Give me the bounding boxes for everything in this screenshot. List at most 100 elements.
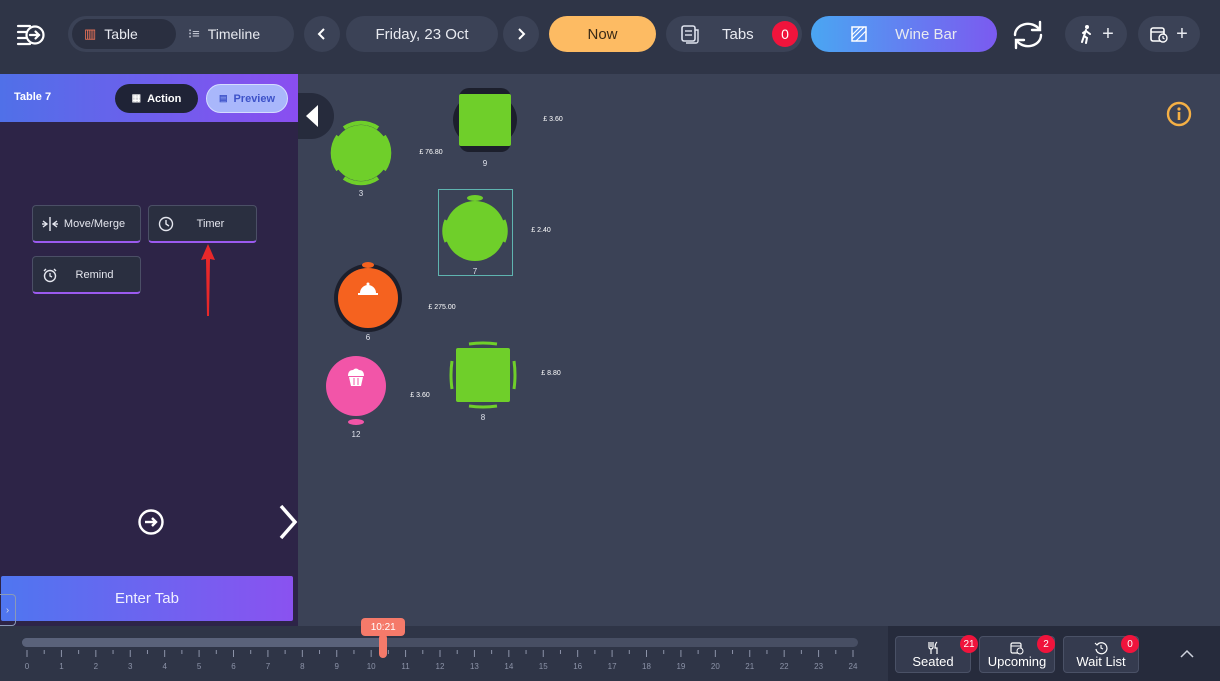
cloche-icon: [358, 282, 378, 295]
grid-icon: ▦: [131, 93, 142, 104]
sync-icon[interactable]: [1010, 18, 1046, 52]
menu-icon[interactable]: [16, 20, 46, 50]
tab-timeline-label: Timeline: [207, 26, 261, 42]
table-6[interactable]: £ 275.00: [331, 262, 456, 332]
hour-tick-label: 10: [367, 662, 376, 671]
table-12[interactable]: £ 3.60: [324, 354, 430, 426]
table-amount: £ 275.00: [428, 304, 456, 311]
round-table-shape: [326, 356, 386, 425]
hour-tick-label: 5: [197, 662, 202, 671]
table-3[interactable]: £ 76.80: [326, 118, 443, 188]
upcoming-button[interactable]: 2 Upcoming: [979, 635, 1055, 673]
cutlery-icon: [928, 641, 938, 654]
action-label: Action: [147, 92, 182, 105]
next-day-button[interactable]: [503, 16, 539, 52]
receipt-icon: [681, 25, 699, 44]
preview-button[interactable]: ▤ Preview: [206, 84, 288, 113]
tab-timeline[interactable]: ⁝≡ Timeline: [176, 19, 272, 49]
chevron-up-icon: [1179, 649, 1194, 658]
current-time-label: 10:21: [361, 618, 406, 636]
hour-tick-label: 13: [470, 662, 479, 671]
timer-button[interactable]: Timer: [148, 205, 257, 243]
tab-table[interactable]: ▥ Table: [72, 19, 176, 49]
preview-label: Preview: [233, 92, 276, 105]
reservation-icon: [1150, 27, 1168, 43]
info-icon[interactable]: [1166, 101, 1192, 127]
timeline-progress: [22, 638, 384, 647]
table-8[interactable]: £ 8.80: [449, 341, 561, 409]
previous-day-button[interactable]: [304, 16, 340, 52]
seated-button[interactable]: 21 Seated: [895, 635, 978, 673]
hour-tick-label: 8: [300, 662, 305, 671]
timeline-ticks: 0 1 2 3 4 5 6 7 8 9 10 11 12 13 14 15 16 17 18 19 20 21 22 23 24: [25, 650, 858, 671]
tab-table-label: Table: [104, 26, 138, 42]
history-icon: [1094, 642, 1108, 655]
remind-label: Remind: [75, 268, 114, 281]
hour-tick-label: 22: [780, 662, 789, 671]
action-button[interactable]: ▦ Action: [115, 84, 198, 113]
expand-up-button[interactable]: [1153, 626, 1220, 681]
alarm-icon: [43, 268, 57, 282]
upcoming-label: Upcoming: [987, 654, 1047, 669]
chevron-left-icon: [317, 28, 325, 40]
round-table-shape: [334, 262, 402, 332]
hour-tick-label: 20: [711, 662, 720, 671]
floorplan-icon: [851, 26, 867, 42]
table-number: 12: [351, 430, 361, 439]
hour-tick-label: 6: [231, 662, 236, 671]
move-merge-button[interactable]: Move/Merge: [32, 205, 141, 243]
walk-in-icon: [1081, 25, 1092, 44]
tabs-button[interactable]: Tabs 0: [666, 16, 802, 52]
bottom-bar: 10:21 0 1 2 3 4 5 6 7 8 9 10 11 12 13 14 15 16 17 18 19 20 21…: [0, 618, 1220, 681]
table-number: 3: [358, 189, 364, 198]
wait-list-label: Wait List: [1076, 654, 1126, 669]
hour-tick-label: 3: [128, 662, 133, 671]
square-table-shape: [453, 88, 517, 152]
now-label: Now: [587, 25, 618, 43]
round-table-shape: [330, 120, 392, 186]
remind-button[interactable]: Remind: [32, 256, 141, 294]
hour-tick-label: 16: [573, 662, 582, 671]
hour-tick-label: 12: [436, 662, 445, 671]
add-walk-in-button[interactable]: +: [1065, 16, 1127, 52]
now-button[interactable]: Now: [549, 16, 656, 52]
date-selector[interactable]: Friday, 23 Oct: [346, 16, 498, 52]
square-table-shape: [449, 341, 517, 409]
top-bar: ▥ Table ⁝≡ Timeline Friday, 23 Oct Now T…: [0, 0, 1220, 74]
wait-list-button[interactable]: 0 Wait List: [1063, 635, 1139, 673]
enter-tab-label: Enter Tab: [115, 590, 179, 607]
add-reservation-button[interactable]: +: [1138, 16, 1200, 52]
calendar-clock-icon: [1010, 642, 1024, 655]
chevron-right-icon: [518, 28, 526, 40]
side-expand-handle[interactable]: ›: [0, 594, 16, 626]
area-name: Wine Bar: [895, 25, 957, 43]
plus-icon: +: [1176, 22, 1188, 45]
table-amount: £ 8.80: [541, 370, 561, 377]
hour-tick-label: 24: [849, 662, 858, 671]
hour-tick-label: 23: [814, 662, 823, 671]
enter-tab-button[interactable]: Enter Tab: [1, 576, 293, 621]
exit-arrow-icon[interactable]: [137, 508, 165, 536]
table-icon: ▥: [84, 26, 97, 41]
panel-header: Table 7 ▦ Action ▤ Preview: [0, 74, 298, 122]
hour-tick-label: 21: [745, 662, 754, 671]
table-amount: £ 3.60: [410, 392, 430, 399]
table-9[interactable]: £ 3.60: [451, 86, 563, 154]
table-number: 8: [480, 413, 486, 422]
hour-tick-label: 4: [162, 662, 167, 671]
table-number: 6: [365, 333, 371, 342]
hour-tick-label: 15: [539, 662, 548, 671]
table-number: 7: [472, 267, 478, 276]
hour-tick-label: 2: [94, 662, 99, 671]
table-number: 9: [482, 159, 488, 168]
table-amount: £ 3.60: [543, 116, 563, 123]
chevron-right-icon[interactable]: [276, 502, 300, 542]
table-7[interactable]: £ 2.40: [442, 194, 551, 266]
move-merge-icon: [42, 216, 58, 231]
date-label: Friday, 23 Oct: [375, 25, 469, 43]
cupcake-icon: [348, 368, 364, 386]
hour-tick-label: 14: [504, 662, 513, 671]
hour-tick-label: 7: [266, 662, 271, 671]
chevron-right-icon: ›: [5, 604, 10, 616]
area-selector[interactable]: Wine Bar: [811, 16, 997, 52]
